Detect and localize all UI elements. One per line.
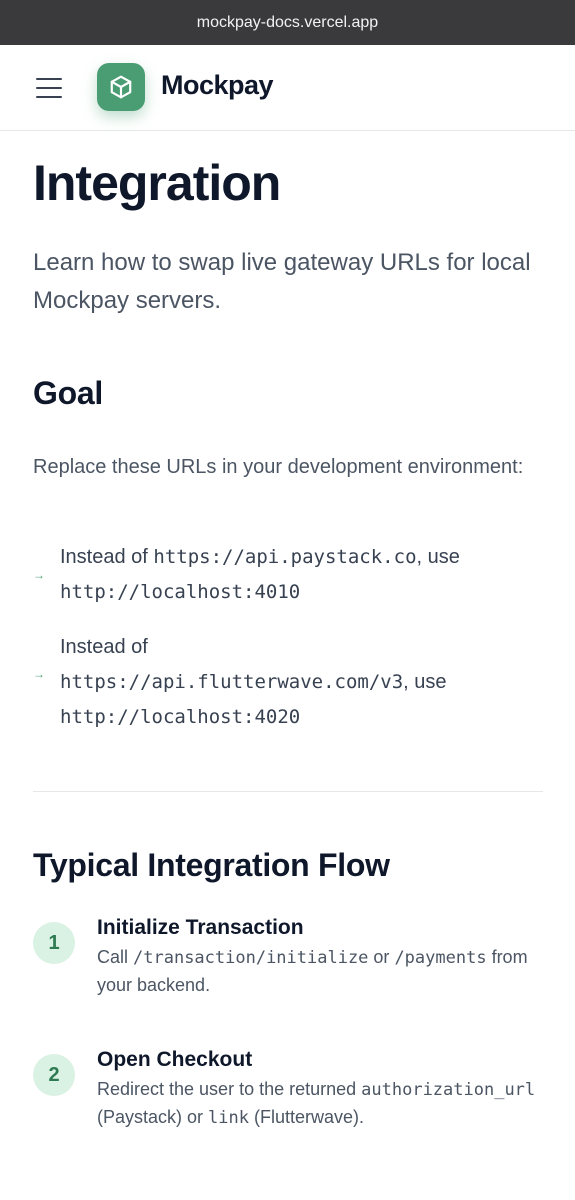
browser-url-text: mockpay-docs.vercel.app — [196, 13, 379, 31]
list-item: → Instead of https://api.flutterwave.com… — [33, 630, 543, 735]
endpoint-code: /transaction/initialize — [133, 948, 369, 968]
step-description: Call /transaction/initialize or /payment… — [97, 944, 543, 999]
brand-name[interactable]: Mockpay — [161, 70, 274, 101]
url-code: http://localhost:4020 — [60, 706, 301, 728]
field-code: authorization_url — [361, 1080, 536, 1100]
step-text: Call — [97, 947, 134, 967]
hamburger-menu-icon[interactable] — [36, 76, 62, 100]
site-header: Mockpay — [0, 45, 575, 131]
url-code: https://api.flutterwave.com/v3 — [60, 671, 404, 693]
flow-heading: Typical Integration Flow — [33, 847, 390, 883]
goal-description: Replace these URLs in your development e… — [33, 456, 524, 478]
list-item: → Instead of https://api.paystack.co, us… — [33, 540, 543, 610]
arrow-right-icon: → — [33, 667, 45, 681]
step-text: Redirect the user to the returned — [97, 1079, 362, 1099]
goal-url-list: → Instead of https://api.paystack.co, us… — [33, 540, 543, 735]
step-description: Redirect the user to the returned author… — [97, 1076, 543, 1132]
field-code: link — [208, 1108, 249, 1128]
page-lead: Learn how to swap live gateway URLs for … — [33, 249, 531, 314]
section-divider — [33, 791, 543, 792]
browser-url-bar[interactable]: mockpay-docs.vercel.app — [0, 0, 575, 45]
list-item-text: Instead of — [60, 636, 148, 658]
list-item-text: , use — [403, 671, 447, 693]
step-text: (Flutterwave). — [248, 1107, 365, 1127]
step-text: (Paystack) or — [97, 1107, 209, 1127]
logo[interactable] — [97, 63, 145, 111]
page-title: Integration — [33, 155, 281, 211]
endpoint-code: /payments — [394, 948, 487, 968]
url-code: https://api.paystack.co — [153, 546, 417, 568]
list-item-text: , use — [416, 546, 460, 568]
step-title: Open Checkout — [97, 1048, 253, 1071]
arrow-right-icon: → — [33, 568, 45, 582]
step-number-badge: 1 — [33, 922, 75, 964]
cube-icon — [110, 75, 132, 99]
step-text: or — [368, 947, 395, 967]
step-title: Initialize Transaction — [97, 916, 304, 939]
url-code: http://localhost:4010 — [60, 581, 301, 603]
goal-heading: Goal — [33, 375, 103, 411]
step-number-badge: 2 — [33, 1054, 75, 1096]
list-item-text: Instead of — [60, 546, 154, 568]
